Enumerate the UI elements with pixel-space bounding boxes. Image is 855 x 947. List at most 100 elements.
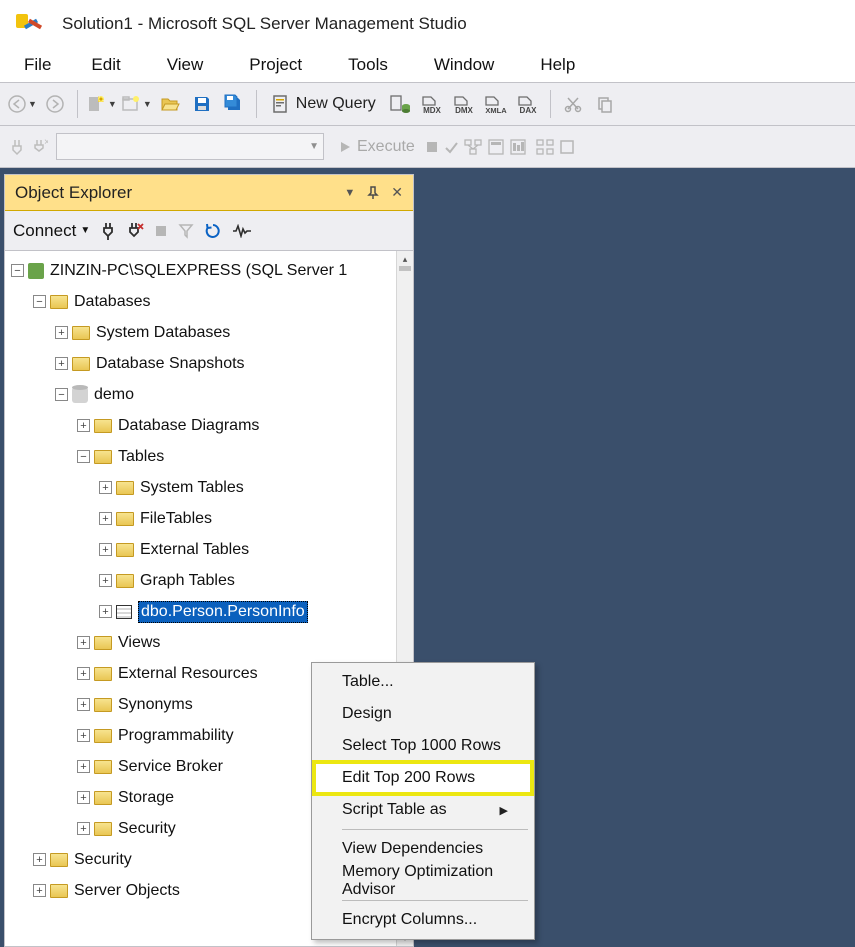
folder-icon: [94, 667, 112, 681]
expand-icon[interactable]: +: [99, 481, 112, 494]
filter-icon[interactable]: [178, 223, 194, 239]
dropdown-icon[interactable]: ▼: [344, 187, 355, 199]
expand-icon[interactable]: +: [77, 419, 90, 432]
folder-icon: [50, 295, 68, 309]
stop-button: [425, 140, 439, 154]
expand-icon[interactable]: +: [99, 574, 112, 587]
app-icon: [14, 10, 42, 38]
nav-forward-button[interactable]: [41, 90, 69, 118]
main-toolbar: ▼ ✦ ▼ ▼ New Query MDX DMX XMLA DAX: [0, 82, 855, 126]
stop-server-icon[interactable]: [154, 224, 168, 238]
folder-icon: [94, 419, 112, 433]
scroll-up-icon[interactable]: ▴: [397, 251, 413, 267]
save-button[interactable]: [188, 90, 216, 118]
menu-separator: [342, 829, 528, 830]
menu-window[interactable]: Window: [412, 51, 516, 79]
submenu-arrow-icon: ▶: [500, 804, 508, 817]
menu-file[interactable]: File: [8, 51, 67, 79]
object-explorer-toolbar: Connect▼: [5, 211, 413, 251]
expand-icon[interactable]: +: [33, 884, 46, 897]
svg-text:DAX: DAX: [519, 106, 537, 114]
folder-icon: [50, 884, 68, 898]
tree-tables-node[interactable]: − Tables: [5, 441, 413, 472]
menu-project[interactable]: Project: [227, 51, 324, 79]
expand-icon[interactable]: +: [33, 853, 46, 866]
menu-separator: [342, 900, 528, 901]
engine-query-button[interactable]: [386, 90, 414, 118]
tree-filetables-node[interactable]: + FileTables: [5, 503, 413, 534]
tree-external-tables-node[interactable]: + External Tables: [5, 534, 413, 565]
expand-icon[interactable]: +: [77, 636, 90, 649]
collapse-icon[interactable]: −: [55, 388, 68, 401]
folder-icon: [116, 481, 134, 495]
nav-back-button[interactable]: ▼: [8, 90, 37, 118]
cm-encrypt[interactable]: Encrypt Columns...: [314, 904, 532, 936]
tree-graph-tables-node[interactable]: + Graph Tables: [5, 565, 413, 596]
tree-server-node[interactable]: − ZINZIN-PC\SQLEXPRESS (SQL Server 1: [5, 255, 413, 286]
menu-help[interactable]: Help: [518, 51, 597, 79]
connect-button[interactable]: Connect▼: [13, 221, 90, 241]
dmx-button[interactable]: DMX: [450, 90, 478, 118]
folder-icon: [94, 450, 112, 464]
expand-icon[interactable]: +: [77, 791, 90, 804]
save-all-button[interactable]: [220, 90, 248, 118]
scrollbar-thumb[interactable]: [399, 266, 411, 271]
svg-text:×: ×: [44, 138, 48, 148]
expand-icon[interactable]: +: [77, 760, 90, 773]
cm-view-deps[interactable]: View Dependencies: [314, 833, 532, 865]
cut-button[interactable]: [559, 90, 587, 118]
execute-button: Execute: [332, 138, 421, 156]
expand-icon[interactable]: +: [77, 667, 90, 680]
tree-demo-db-node[interactable]: − demo: [5, 379, 413, 410]
tree-database-snapshots-node[interactable]: + Database Snapshots: [5, 348, 413, 379]
expand-icon[interactable]: +: [77, 729, 90, 742]
title-bar: Solution1 - Microsoft SQL Server Managem…: [0, 0, 855, 48]
connect-icon[interactable]: [100, 222, 116, 240]
display-plan-button: [463, 138, 483, 156]
collapse-icon[interactable]: −: [33, 295, 46, 308]
expand-icon[interactable]: +: [55, 326, 68, 339]
dax-button[interactable]: DAX: [514, 90, 542, 118]
activity-monitor-icon[interactable]: [232, 224, 252, 238]
expand-icon[interactable]: +: [99, 543, 112, 556]
menu-view[interactable]: View: [145, 51, 226, 79]
tree-databases-node[interactable]: − Databases: [5, 286, 413, 317]
disconnect-server-icon[interactable]: [126, 222, 144, 240]
new-query-button[interactable]: New Query: [265, 90, 382, 118]
new-item-button[interactable]: ✦ ▼: [86, 90, 117, 118]
cm-table[interactable]: Table...: [314, 666, 532, 698]
cm-script-as[interactable]: Script Table as▶: [314, 794, 532, 826]
expand-icon[interactable]: +: [99, 605, 112, 618]
refresh-icon[interactable]: [204, 222, 222, 240]
tree-db-diagrams-node[interactable]: + Database Diagrams: [5, 410, 413, 441]
tree-system-databases-node[interactable]: + System Databases: [5, 317, 413, 348]
pin-icon[interactable]: [367, 186, 379, 200]
menu-tools[interactable]: Tools: [326, 51, 410, 79]
menu-bar: File Edit View Project Tools Window Help: [0, 48, 855, 82]
cm-design[interactable]: Design: [314, 698, 532, 730]
collapse-icon[interactable]: −: [77, 450, 90, 463]
cm-select-top[interactable]: Select Top 1000 Rows: [314, 730, 532, 762]
table-context-menu: Table... Design Select Top 1000 Rows Edi…: [311, 662, 535, 940]
open-button[interactable]: [156, 90, 184, 118]
table-icon: [116, 605, 132, 619]
collapse-icon[interactable]: −: [11, 264, 24, 277]
tree-views-node[interactable]: + Views: [5, 627, 413, 658]
expand-icon[interactable]: +: [77, 698, 90, 711]
window-title: Solution1 - Microsoft SQL Server Managem…: [62, 14, 467, 34]
tree-table-person-node[interactable]: + dbo.Person.PersonInfo: [5, 596, 413, 627]
tree-system-tables-node[interactable]: + System Tables: [5, 472, 413, 503]
cm-mem-opt[interactable]: Memory Optimization Advisor: [314, 865, 532, 897]
menu-edit[interactable]: Edit: [69, 51, 142, 79]
copy-button[interactable]: [591, 90, 619, 118]
cm-edit-top[interactable]: Edit Top 200 Rows: [314, 762, 532, 794]
close-icon[interactable]: ✕: [391, 184, 403, 201]
mdx-button[interactable]: MDX: [418, 90, 446, 118]
expand-icon[interactable]: +: [55, 357, 68, 370]
expand-icon[interactable]: +: [99, 512, 112, 525]
execute-label: Execute: [357, 138, 415, 156]
xmla-button[interactable]: XMLA: [482, 90, 510, 118]
expand-icon[interactable]: +: [77, 822, 90, 835]
new-project-button[interactable]: ▼: [121, 90, 152, 118]
svg-text:MDX: MDX: [423, 106, 441, 114]
